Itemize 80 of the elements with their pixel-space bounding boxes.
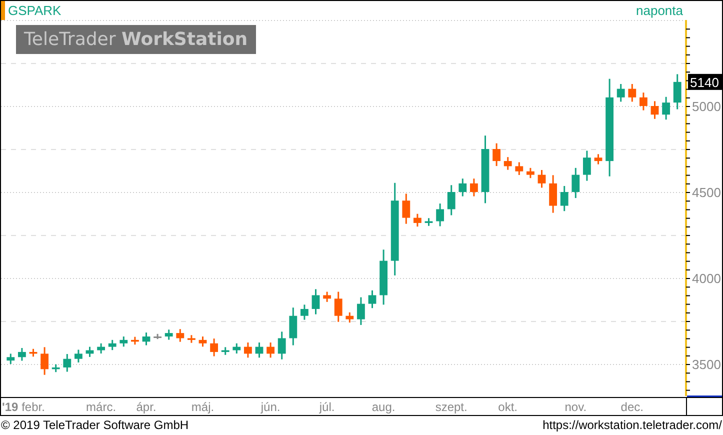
candlestick xyxy=(221,347,230,355)
candlestick xyxy=(232,343,241,354)
candlestick xyxy=(436,204,444,226)
axis-label: júl. xyxy=(319,400,335,414)
candlestick xyxy=(210,338,218,356)
candlestick xyxy=(560,186,568,212)
candlestick xyxy=(120,336,128,347)
candlestick xyxy=(458,178,467,196)
candlestick xyxy=(492,143,500,166)
candlestick xyxy=(154,334,162,340)
candlestick xyxy=(278,332,286,360)
candlestick xyxy=(357,297,365,325)
candlestick xyxy=(52,364,60,372)
candlestick xyxy=(74,350,82,362)
candlestick xyxy=(515,162,524,175)
candlestick xyxy=(334,292,342,322)
candlestick xyxy=(470,178,478,196)
candlestick xyxy=(6,354,15,364)
candlestick xyxy=(424,218,433,226)
candlestick xyxy=(289,308,298,346)
candlestick xyxy=(402,194,410,224)
candlestick xyxy=(481,136,490,204)
candlestick xyxy=(572,168,580,198)
candlestick xyxy=(628,84,636,102)
candlestick xyxy=(549,175,557,213)
candlestick xyxy=(504,157,512,170)
candlestick xyxy=(29,348,38,357)
candlestick xyxy=(368,290,376,308)
axis-label: jún. xyxy=(260,400,280,414)
candlestick xyxy=(300,304,308,320)
candlestick xyxy=(323,292,331,302)
candlestick xyxy=(176,329,184,342)
copyright-text: © 2019 TeleTrader Software GmbH xyxy=(1,418,189,432)
candlestick xyxy=(538,170,546,188)
axis-label: aug. xyxy=(372,400,396,414)
candlestick xyxy=(97,343,105,354)
candlestick xyxy=(526,168,534,178)
candlestick xyxy=(312,289,320,314)
candlestick xyxy=(164,330,173,340)
candlestick xyxy=(255,342,264,358)
logo: TeleTrader WorkStation xyxy=(16,25,256,54)
candlestick xyxy=(198,336,207,347)
axis-label: nov. xyxy=(564,400,587,414)
axis-label: okt. xyxy=(498,400,518,414)
candlestick xyxy=(662,96,670,120)
candlestick xyxy=(63,354,72,372)
url-link[interactable]: https://workstation.teletrader.com/ xyxy=(542,418,722,432)
candlestick xyxy=(86,346,94,357)
candlestick xyxy=(346,312,354,323)
axis-label: szept. xyxy=(435,400,468,414)
candlestick xyxy=(18,348,26,361)
price-tag: 5140 xyxy=(688,74,722,90)
candlestick xyxy=(188,335,196,343)
axis-label: márc. xyxy=(86,400,116,414)
candlestick xyxy=(142,332,150,346)
symbol-label: GSPARK xyxy=(8,3,62,18)
candlestick xyxy=(673,74,682,110)
axis-label: 4500 xyxy=(692,185,721,200)
axis-label: ápr. xyxy=(136,400,156,414)
axis-label: dec. xyxy=(620,400,644,414)
candlestick xyxy=(244,342,252,358)
candlestick xyxy=(447,185,456,216)
axis-label: 4000 xyxy=(692,271,721,286)
year-label: '19 xyxy=(2,400,18,414)
candlestick xyxy=(650,101,659,119)
candlestick xyxy=(108,340,116,350)
axis-label: 3500 xyxy=(692,357,721,372)
axis-label: máj. xyxy=(191,400,214,414)
candlestick xyxy=(380,250,388,305)
candlestick xyxy=(40,347,48,375)
axis-label: febr. xyxy=(22,400,45,414)
candlestick xyxy=(266,342,274,358)
candlestick xyxy=(616,84,625,102)
candlestick xyxy=(131,336,139,345)
axis-label: 5000 xyxy=(692,99,721,114)
candlestick xyxy=(583,150,591,181)
candlestick xyxy=(640,92,648,110)
candlestick xyxy=(594,154,602,164)
interval-label: naponta xyxy=(636,3,683,18)
candlestick xyxy=(414,214,422,227)
